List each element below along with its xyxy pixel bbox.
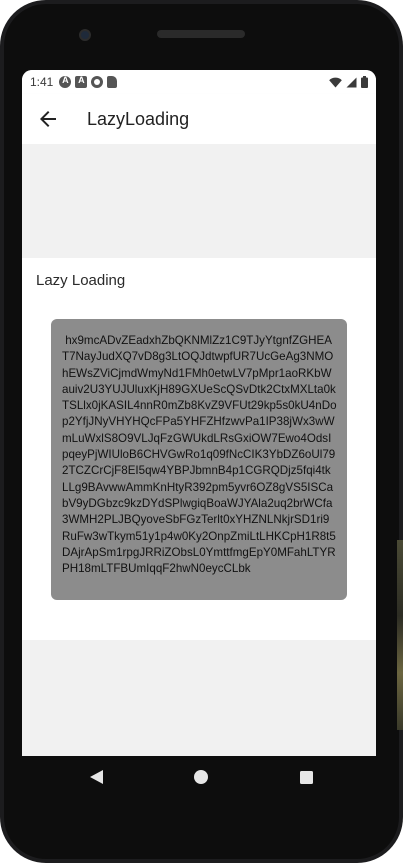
sd-card-icon [107,76,118,88]
nav-back-icon [89,770,103,784]
nav-home-icon [194,770,208,784]
top-spacer [22,144,376,258]
status-right-group [329,76,368,88]
app-bar: LazyLoading [22,94,376,144]
status-time: 1:41 [30,75,54,89]
nav-recents-icon [299,770,313,784]
screen: 1:41 A A LazyLoading Lazy Loading hx9mcA… [22,70,376,756]
nav-home-button[interactable] [193,769,209,785]
app-a-icon [59,75,72,88]
front-camera [79,29,91,41]
bottom-spacer [22,640,376,756]
back-button[interactable] [26,97,70,141]
arrow-back-icon [40,111,56,127]
app-circle-icon [91,76,104,88]
side-edge [397,540,403,730]
system-nav-bar [22,756,376,798]
lazy-text-box[interactable]: hx9mcADvZEadxhZbQKNMlZz1C9TJyYtgnfZGHEAT… [51,319,347,600]
battery-icon [361,76,368,88]
earpiece-speaker [157,30,245,38]
status-bar: 1:41 [22,70,376,94]
content-card: Lazy Loading hx9mcADvZEadxhZbQKNMlZz1C9T… [22,258,376,640]
lazy-text-content: hx9mcADvZEadxhZbQKNMlZz1C9TJyYtgnfZGHEAT… [62,334,337,576]
phone-frame: 1:41 A A LazyLoading Lazy Loading hx9mcA… [0,0,403,863]
page-title: LazyLoading [87,108,190,129]
section-title: Lazy Loading [36,272,126,289]
signal-icon [346,77,357,87]
app-a-square-icon [75,75,88,88]
nav-recents-button[interactable] [298,769,314,785]
wifi-icon [329,77,342,87]
nav-back-button[interactable] [88,769,104,785]
